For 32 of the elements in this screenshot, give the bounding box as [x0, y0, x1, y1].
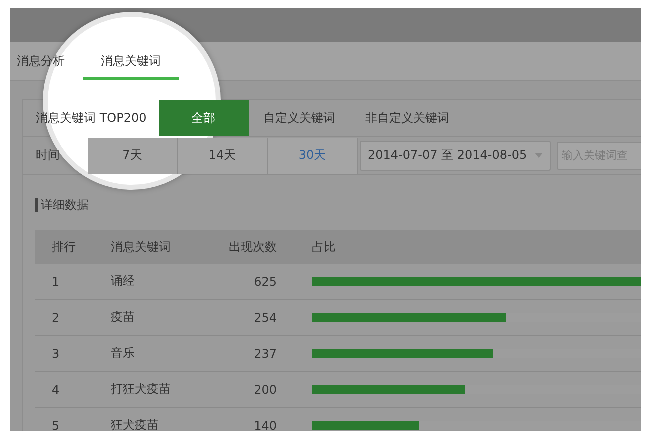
count-cell-text: 254 [253, 310, 277, 324]
rank-cell-text: 1 [51, 274, 61, 288]
count-cell-text: 140 [253, 418, 277, 431]
rank-cell-text: 3 [51, 346, 61, 360]
time-range-option[interactable]: 14天 [178, 138, 268, 174]
keyword-cell-text: 狂犬疫苗 [111, 417, 160, 431]
rank-cell-text: 4 [51, 382, 61, 396]
column-header: 出现次数 [228, 238, 277, 256]
section-marker [35, 198, 38, 212]
keyword-cell-text: 音乐 [111, 345, 136, 362]
section-title: 详细数据 [41, 196, 89, 214]
time-range-option[interactable]: 30天 [268, 138, 358, 174]
keyword-cell-text: 诵经 [111, 273, 136, 290]
tab[interactable]: 消息分析 [17, 42, 83, 80]
column-header: 排行 [51, 238, 77, 256]
filter-option[interactable]: 全部 [158, 100, 249, 136]
keyword-cell-text: 打狂犬疫苗 [111, 381, 172, 398]
keyword-cell-text: 疫苗 [111, 309, 136, 326]
rank-cell-text: 2 [51, 310, 61, 324]
caret-icon [535, 153, 544, 158]
tab[interactable]: 消息关键词 [83, 42, 179, 80]
count-cell-text: 625 [253, 274, 277, 288]
time-label: 时间 [36, 147, 60, 164]
count-cell-text: 200 [253, 382, 277, 396]
filter-option[interactable]: 自定义关键词 [248, 100, 351, 136]
column-header: 消息关键词 [111, 238, 172, 256]
date-range-select[interactable]: 2014-07-07 至 2014-08-05 [360, 140, 552, 170]
column-header: 占比 [311, 238, 337, 256]
time-range-option[interactable]: 7天 [88, 138, 178, 174]
filter-option[interactable]: 非自定义关键词 [350, 100, 465, 136]
count-cell-text: 237 [253, 346, 277, 360]
rank-cell-text: 5 [51, 418, 61, 431]
